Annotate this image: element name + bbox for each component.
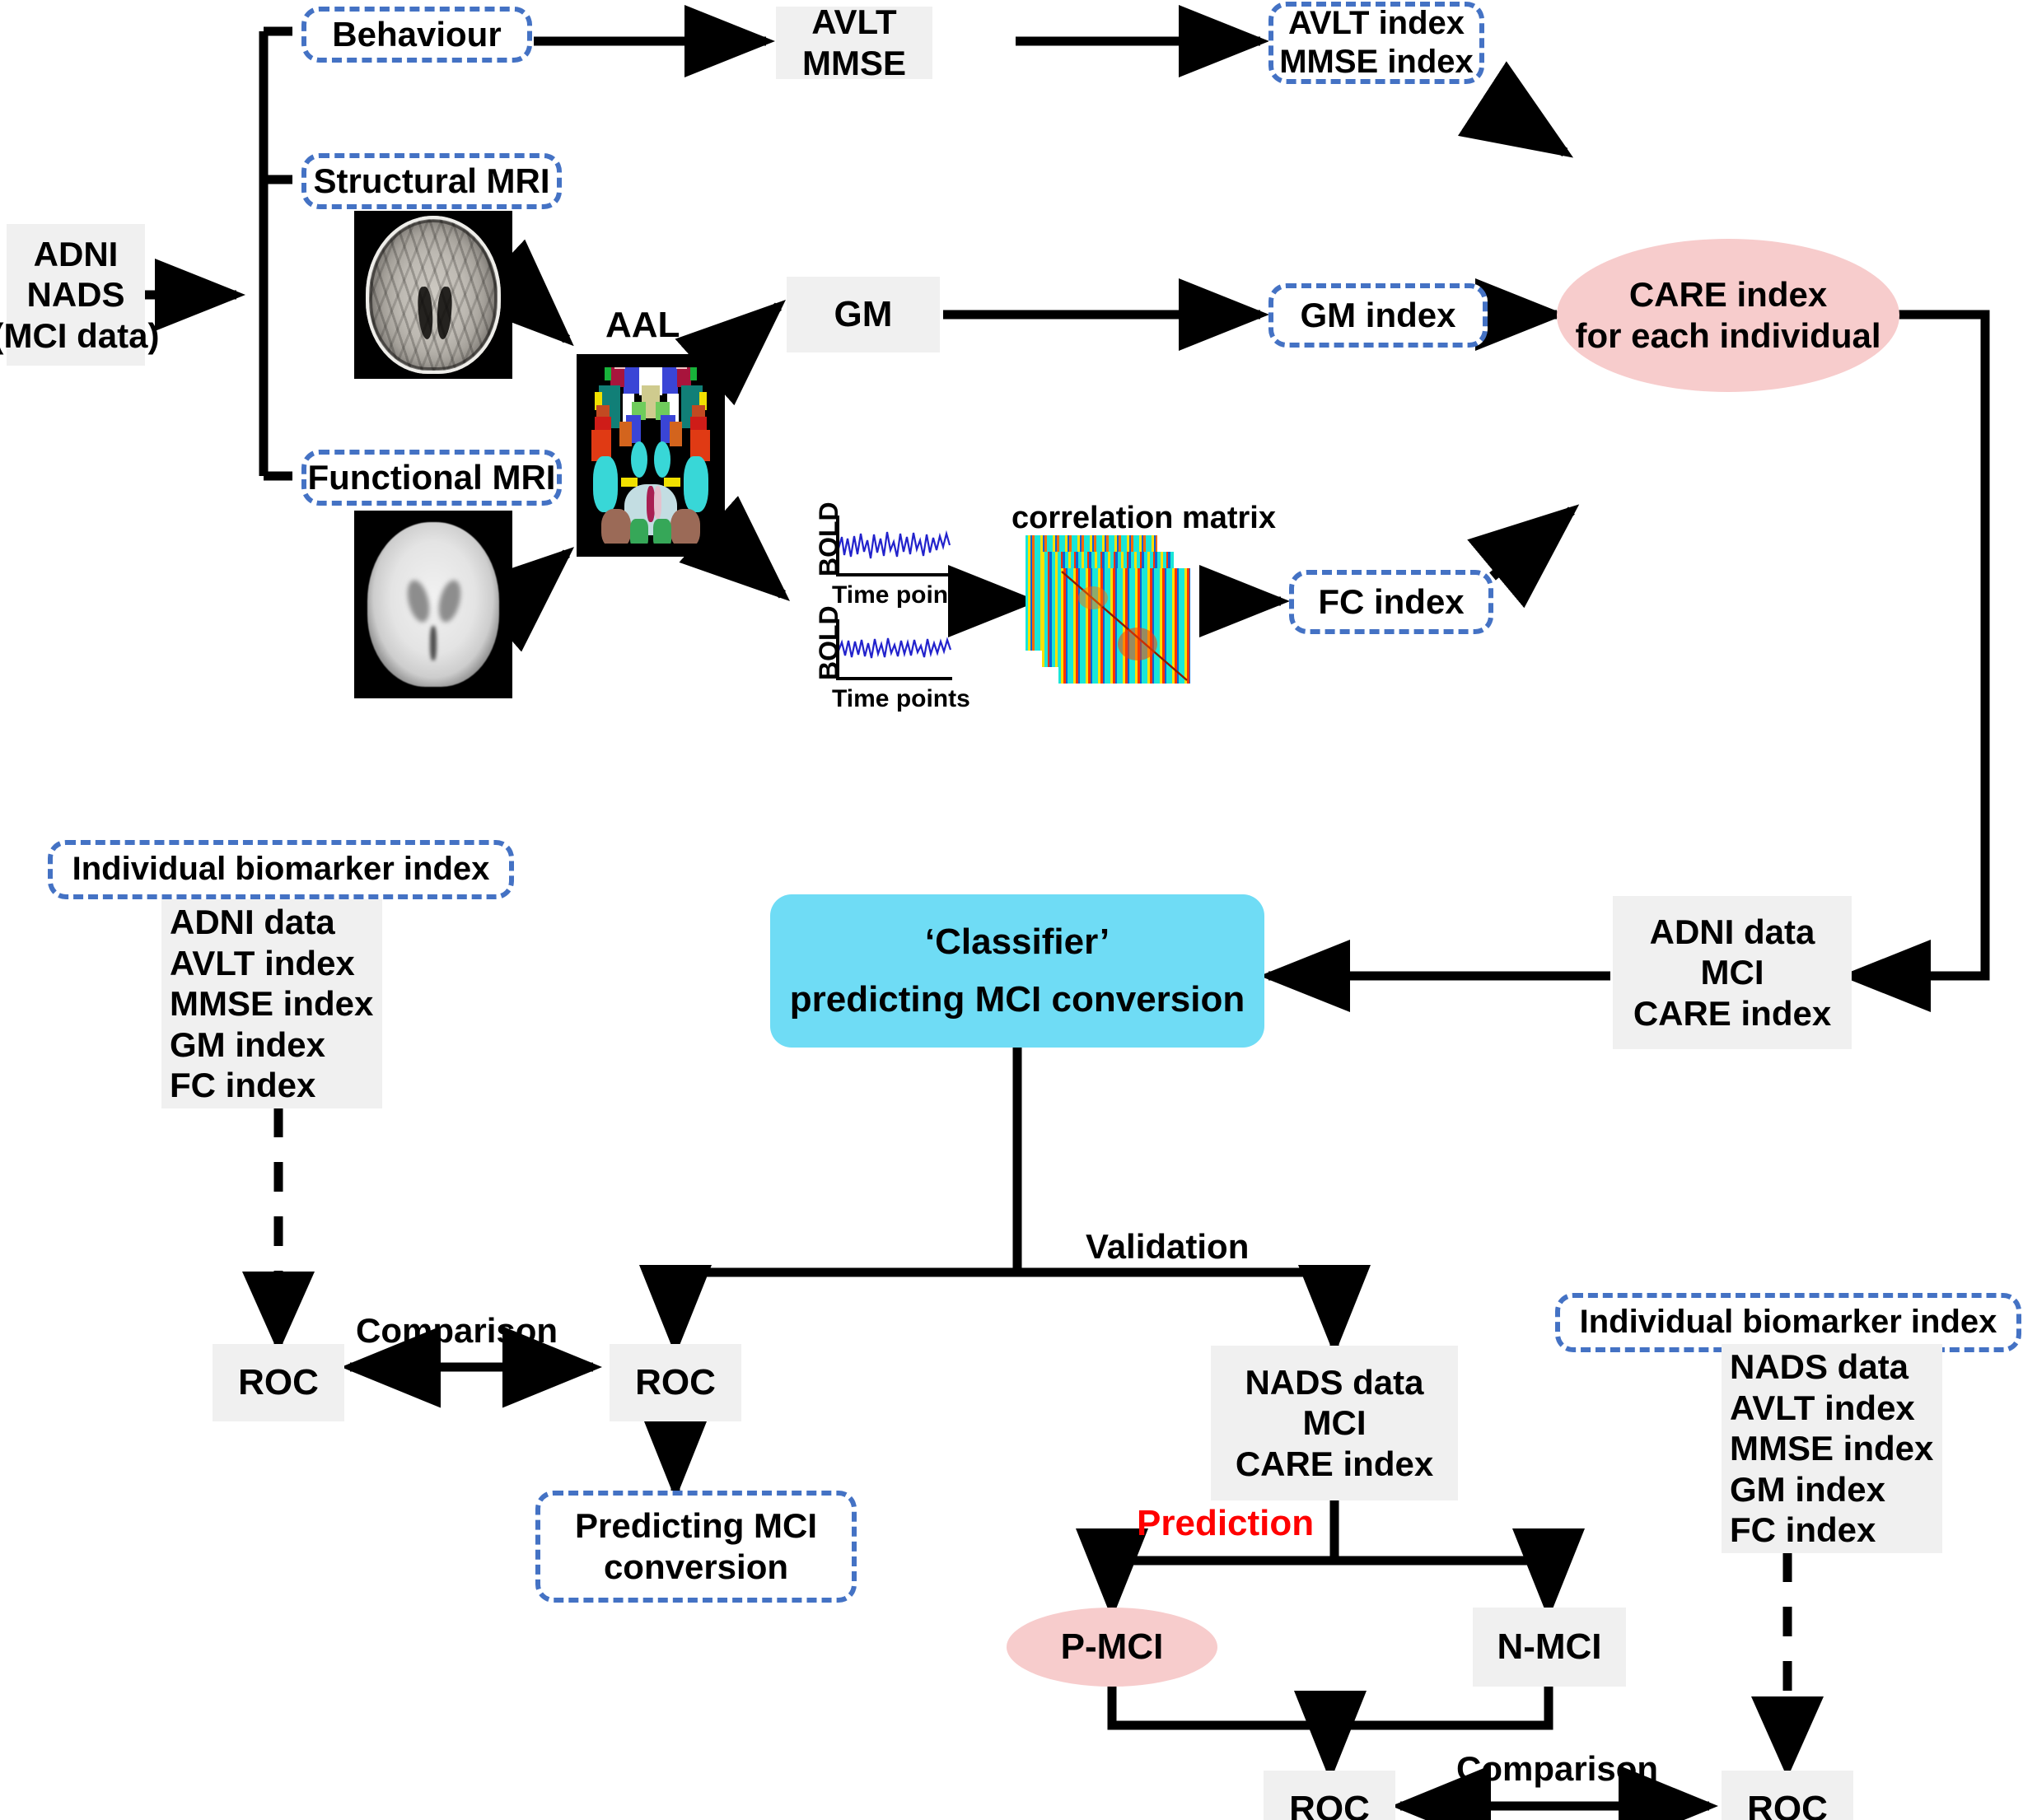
comparison-label-top: Comparison	[356, 1311, 558, 1350]
p-mci-label: P-MCI	[1060, 1626, 1164, 1668]
gm-index-label: GM index	[1300, 296, 1456, 335]
nads-care-line-1: MCI	[1302, 1403, 1367, 1443]
gm-index-node: GM index	[1268, 283, 1488, 348]
nads-biomarker-item-0: NADS data	[1730, 1347, 1909, 1387]
roc-bottom-left-box: ROC	[1264, 1771, 1395, 1820]
avlt-index-label: AVLT index	[1287, 4, 1465, 41]
functional-mri-label: Functional MRI	[307, 458, 556, 497]
time-points-label-top: Time points	[832, 581, 970, 609]
roc-bottom-right-box: ROC	[1722, 1771, 1853, 1820]
predicting-mci-line-1: conversion	[603, 1547, 789, 1586]
care-index-ellipse: CARE index for each individual	[1557, 239, 1899, 392]
roc-mid-label: ROC	[635, 1362, 716, 1403]
functional-mri-image	[354, 511, 512, 698]
roc-left-box: ROC	[213, 1344, 344, 1421]
roc-left-label: ROC	[238, 1362, 319, 1403]
avlt-mmse-index-node: AVLT index MMSE index	[1268, 2, 1484, 84]
classifier-title: ‘Classifier’	[924, 922, 1110, 963]
adni-biomarker-item-3: GM index	[170, 1024, 326, 1064]
nads-care-box: NADS data MCI CARE index	[1211, 1346, 1458, 1500]
gm-label: GM	[834, 294, 893, 335]
adni-care-line-0: ADNI data	[1649, 912, 1815, 951]
correlation-matrix-label: correlation matrix	[1012, 501, 1276, 535]
avlt-mmse-box: AVLT MMSE	[776, 2, 932, 82]
nads-biomarker-item-2: MMSE index	[1730, 1429, 1934, 1468]
nads-biomarker-list: NADS data AVLT index MMSE index GM index…	[1722, 1344, 1942, 1553]
source-data-box: ADNI NADS (MCI data)	[0, 224, 160, 366]
nads-biomarker-item-4: FC index	[1730, 1510, 1876, 1550]
adni-biomarker-header-label: Individual biomarker index	[72, 851, 490, 888]
aal-label: AAL	[605, 305, 680, 345]
nads-biomarker-item-3: GM index	[1730, 1469, 1886, 1509]
adni-care-line-1: MCI	[1700, 953, 1764, 992]
n-mci-box: N-MCI	[1473, 1608, 1626, 1687]
classifier-node: ‘Classifier’ predicting MCI conversion	[770, 894, 1264, 1048]
functional-mri-node: Functional MRI	[301, 450, 562, 506]
bold-timeseries-top	[834, 509, 955, 585]
predicting-mci-node: Predicting MCI conversion	[535, 1491, 857, 1603]
mmse-index-label: MMSE index	[1279, 44, 1474, 80]
nads-care-line-0: NADS data	[1245, 1362, 1424, 1402]
nads-care-line-2: CARE index	[1235, 1444, 1434, 1483]
structural-mri-node: Structural MRI	[301, 153, 562, 209]
gm-box: GM	[787, 277, 940, 352]
source-line-3: (MCI data)	[0, 315, 160, 355]
validation-label: Validation	[1086, 1227, 1250, 1266]
behaviour-label: Behaviour	[332, 15, 502, 54]
adni-biomarker-item-2: MMSE index	[170, 984, 374, 1024]
structural-mri-label: Structural MRI	[313, 161, 550, 201]
structural-mri-image	[354, 211, 512, 379]
fc-index-node: FC index	[1289, 570, 1493, 634]
behaviour-node: Behaviour	[301, 7, 532, 63]
adni-care-line-2: CARE index	[1633, 993, 1832, 1033]
adni-biomarker-item-1: AVLT index	[170, 943, 355, 982]
bold-timeseries-bottom	[834, 613, 955, 688]
comparison-label-bottom: Comparison	[1456, 1749, 1659, 1788]
avlt-label: AVLT	[811, 2, 897, 42]
predicting-mci-line-0: Predicting MCI	[574, 1506, 818, 1546]
fc-index-label: FC index	[1318, 582, 1465, 622]
time-points-label-bottom: Time points	[832, 685, 970, 712]
correlation-matrix-stack	[1026, 535, 1215, 684]
roc-bottom-right-label: ROC	[1747, 1789, 1828, 1820]
source-line-1: ADNI	[33, 234, 119, 273]
roc-bottom-left-label: ROC	[1289, 1789, 1370, 1820]
aal-atlas-image	[577, 354, 725, 557]
prediction-label: Prediction	[1137, 1503, 1315, 1543]
source-line-2: NADS	[26, 275, 125, 315]
roc-mid-box: ROC	[610, 1344, 741, 1421]
classifier-subtitle: predicting MCI conversion	[789, 979, 1245, 1020]
p-mci-ellipse: P-MCI	[1007, 1608, 1217, 1687]
adni-biomarker-item-4: FC index	[170, 1066, 316, 1105]
nads-biomarker-item-1: AVLT index	[1730, 1388, 1915, 1427]
nads-biomarker-header-label: Individual biomarker index	[1579, 1304, 1997, 1341]
mmse-label: MMSE	[802, 44, 906, 82]
adni-care-box: ADNI data MCI CARE index	[1613, 896, 1852, 1049]
adni-biomarker-list: ADNI data AVLT index MMSE index GM index…	[161, 899, 382, 1108]
n-mci-label: N-MCI	[1497, 1626, 1602, 1668]
adni-biomarker-item-0: ADNI data	[170, 903, 335, 942]
care-index-line-1: CARE index	[1628, 275, 1828, 315]
care-index-line-2: for each individual	[1575, 316, 1881, 355]
adni-biomarker-header: Individual biomarker index	[48, 840, 514, 899]
